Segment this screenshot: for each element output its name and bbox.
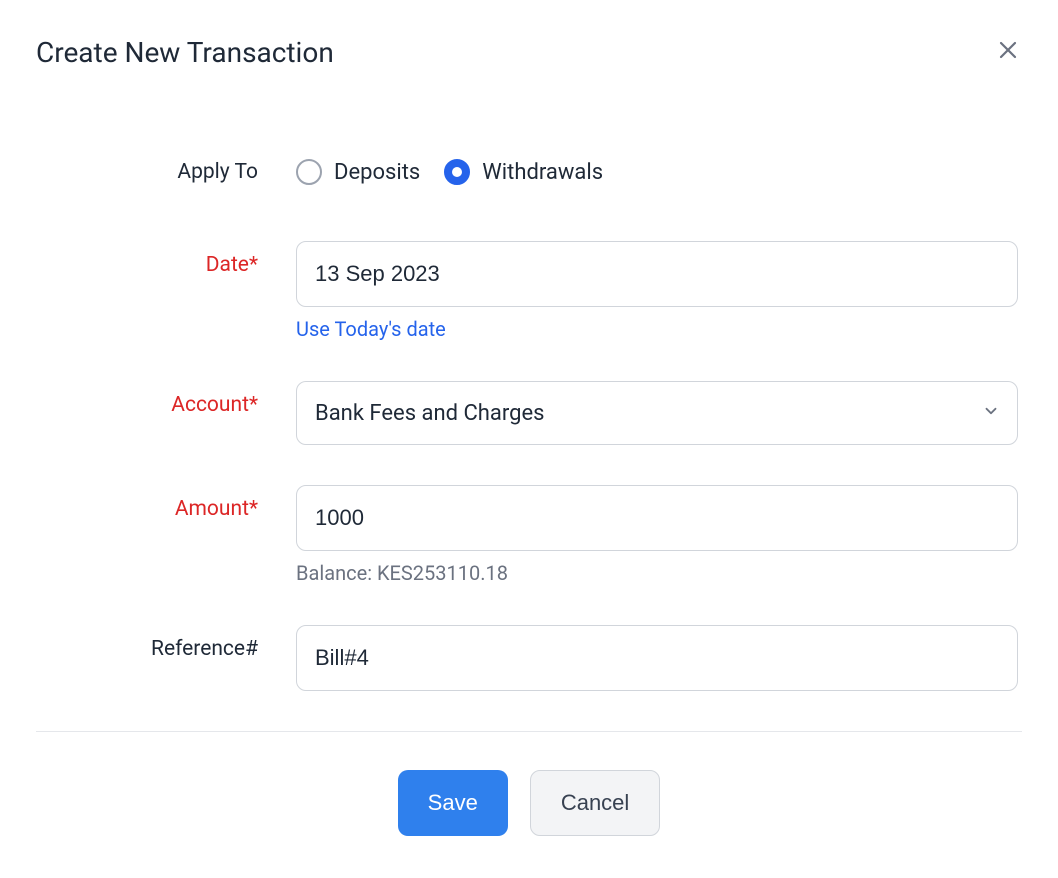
radio-deposits-label: Deposits [334,160,420,185]
balance-text: Balance: KES253110.18 [296,561,1018,585]
date-row: Date* Use Today's date [36,241,1022,341]
cancel-button[interactable]: Cancel [530,770,660,836]
account-row: Account* Bank Fees and Charges [36,381,1022,445]
apply-to-row: Apply To Deposits Withdrawals [36,159,1022,185]
radio-circle-icon [296,159,322,185]
reference-input[interactable] [296,625,1018,691]
amount-field: Balance: KES253110.18 [296,485,1018,585]
apply-to-label: Apply To [36,160,296,184]
amount-label: Amount* [36,485,296,521]
apply-to-field: Deposits Withdrawals [296,159,1018,185]
modal-header: Create New Transaction [36,36,1022,69]
date-label: Date* [36,241,296,277]
apply-to-radio-group: Deposits Withdrawals [296,159,1018,185]
modal-footer: Save Cancel [36,731,1022,874]
close-button[interactable] [994,36,1022,64]
amount-row: Amount* Balance: KES253110.18 [36,485,1022,585]
account-select[interactable]: Bank Fees and Charges [296,381,1018,445]
use-today-link[interactable]: Use Today's date [296,317,446,341]
close-icon [996,38,1020,62]
radio-deposits[interactable]: Deposits [296,159,420,185]
reference-row: Reference# [36,625,1022,691]
account-select-wrap: Bank Fees and Charges [296,381,1018,445]
amount-input[interactable] [296,485,1018,551]
date-input[interactable] [296,241,1018,307]
radio-withdrawals-label: Withdrawals [482,160,603,185]
modal-title: Create New Transaction [36,36,334,69]
create-transaction-modal: Create New Transaction Apply To Deposits [0,0,1058,874]
account-field: Bank Fees and Charges [296,381,1018,445]
radio-withdrawals[interactable]: Withdrawals [444,159,603,185]
date-field: Use Today's date [296,241,1018,341]
reference-field [296,625,1018,691]
account-label: Account* [36,381,296,417]
transaction-form: Apply To Deposits Withdrawals [36,159,1022,691]
reference-label: Reference# [36,625,296,661]
save-button[interactable]: Save [398,770,508,836]
radio-inner-dot [452,167,462,177]
radio-circle-checked-icon [444,159,470,185]
account-selected-value: Bank Fees and Charges [315,401,545,426]
